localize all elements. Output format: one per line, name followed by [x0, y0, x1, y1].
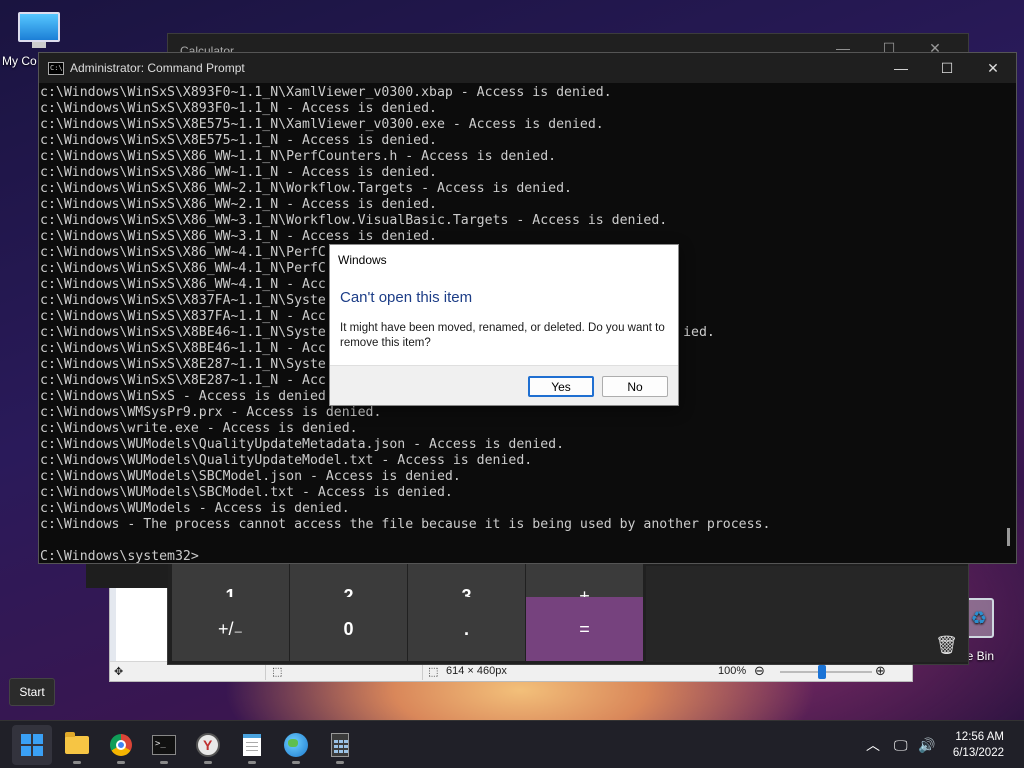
yandex-icon [196, 733, 220, 757]
clock-time: 12:56 AM [955, 731, 1004, 743]
monitor-stand [32, 42, 46, 48]
taskbar-network[interactable] [276, 725, 316, 765]
clock-date: 6/13/2022 [952, 747, 1004, 759]
network-icon[interactable]: 🖵 [894, 721, 908, 768]
running-indicator [160, 761, 168, 764]
taskbar: >_ ︿ 🖵 🔊 12:56 AM 6/13/2022 [0, 720, 1024, 768]
zoom-slider[interactable] [780, 671, 872, 673]
volume-icon[interactable]: 🔊 [918, 721, 935, 768]
running-indicator [117, 761, 125, 764]
folder-icon [65, 732, 89, 754]
yes-button[interactable]: Yes [528, 376, 594, 397]
windows-logo-icon [21, 734, 43, 756]
scrollbar[interactable] [1007, 528, 1010, 546]
running-indicator [248, 761, 256, 764]
calculator-icon [331, 733, 349, 757]
calculator-history-pane [646, 566, 968, 662]
cmd-icon: C:\ [48, 61, 64, 75]
taskbar-file-explorer[interactable] [57, 725, 97, 765]
error-dialog: Windows Can't open this item It might ha… [329, 244, 679, 406]
taskbar-calculator[interactable] [320, 725, 360, 765]
close-icon[interactable]: ✕ [970, 53, 1016, 83]
no-button[interactable]: No [602, 376, 668, 397]
divider [265, 664, 266, 680]
dialog-title: Windows [338, 253, 387, 267]
zoom-in-icon[interactable]: ⊕ [875, 663, 886, 679]
taskbar-yandex-browser[interactable] [188, 725, 228, 765]
selection-icon: ⬚ [272, 666, 283, 678]
zoom-slider-thumb[interactable] [818, 665, 826, 679]
cmd-title: Administrator: Command Prompt [70, 61, 245, 75]
cmd-titlebar[interactable]: C:\ Administrator: Command Prompt [39, 53, 1016, 83]
maximize-icon[interactable]: ☐ [924, 53, 970, 83]
image-size: 614 × 460px [446, 665, 507, 677]
globe-icon [284, 733, 308, 757]
calc-key-negate[interactable]: +/₋ [172, 597, 289, 661]
taskbar-chrome[interactable] [101, 725, 141, 765]
chevron-up-icon[interactable]: ︿ [866, 721, 880, 768]
start-button[interactable] [12, 725, 52, 765]
taskbar-terminal[interactable]: >_ [144, 725, 184, 765]
dialog-heading: Can't open this item [340, 289, 473, 306]
divider [422, 664, 423, 680]
running-indicator [204, 761, 212, 764]
zoom-out-icon[interactable]: ⊖ [754, 663, 765, 679]
monitor-icon [18, 12, 60, 42]
taskbar-clock[interactable]: 12:56 AM 6/13/2022 [953, 729, 1004, 761]
zoom-level: 100% [718, 665, 747, 677]
image-size-icon: ⬚ [428, 666, 439, 678]
calc-key-equals[interactable]: = [526, 597, 643, 661]
dialog-footer: Yes No [330, 365, 678, 405]
running-indicator [292, 761, 300, 764]
minimize-icon[interactable]: — [878, 53, 924, 83]
terminal-icon: >_ [152, 735, 176, 755]
taskbar-notepad[interactable] [232, 725, 272, 765]
trash-icon[interactable]: 🗑 [935, 635, 958, 656]
cmd-window-controls: — ☐ ✕ [878, 53, 1016, 83]
running-indicator [336, 761, 344, 764]
calc-key-0[interactable]: 0 [290, 597, 407, 661]
dialog-message: It might have been moved, renamed, or de… [340, 322, 665, 349]
calc-key-decimal[interactable]: . [408, 597, 525, 661]
start-tooltip: Start [9, 678, 55, 706]
chrome-icon [110, 734, 132, 756]
move-icon: ✥ [114, 666, 124, 678]
notepad-icon [243, 734, 261, 756]
running-indicator [73, 761, 81, 764]
